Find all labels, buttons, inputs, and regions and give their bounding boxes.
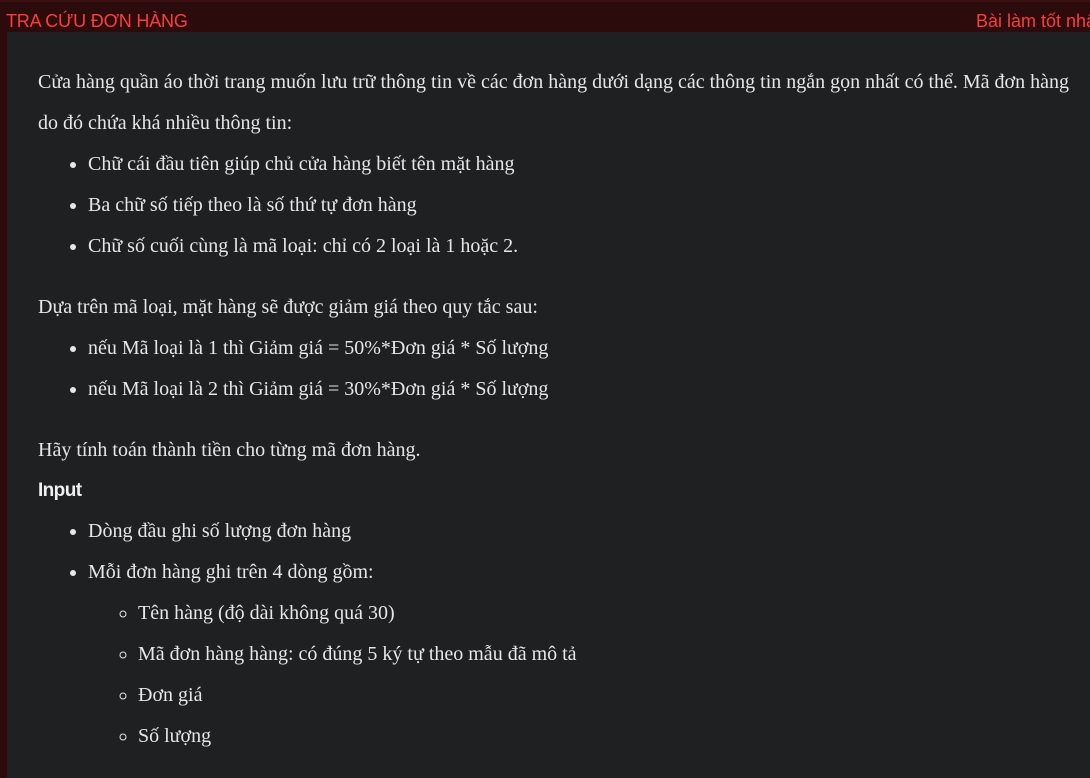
header-bar: TRA CỨU ĐƠN HÀNG Bài làm tốt nhất bbox=[0, 0, 1090, 32]
list-item: Chữ cái đầu tiên giúp chủ cửa hàng biết … bbox=[88, 144, 1083, 185]
problem-statement: Cửa hàng quần áo thời trang muốn lưu trữ… bbox=[38, 62, 1083, 757]
list-item: Đơn giá bbox=[138, 675, 1083, 716]
input-heading: Input bbox=[38, 480, 82, 501]
list-item: Mã đơn hàng hàng: có đúng 5 ký tự theo m… bbox=[138, 634, 1083, 675]
list-item: Tên hàng (độ dài không quá 30) bbox=[138, 593, 1083, 634]
best-submission-link[interactable]: Bài làm tốt nhất bbox=[976, 11, 1090, 32]
list-item: Mỗi đơn hàng ghi trên 4 dòng gồm: Tên hà… bbox=[88, 552, 1083, 757]
problem-title[interactable]: TRA CỨU ĐƠN HÀNG bbox=[6, 11, 188, 32]
order-fields-list: Tên hàng (độ dài không quá 30) Mã đơn hà… bbox=[88, 593, 1083, 757]
task-paragraph: Hãy tính toán thành tiền cho từng mã đơn… bbox=[38, 439, 421, 461]
list-item: Số lượng bbox=[138, 716, 1083, 757]
problem-statement-panel: Cửa hàng quần áo thời trang muốn lưu trữ… bbox=[7, 32, 1090, 778]
list-item: nếu Mã loại là 2 thì Giảm giá = 30%*Đơn … bbox=[88, 369, 1083, 410]
list-item: nếu Mã loại là 1 thì Giảm giá = 50%*Đơn … bbox=[88, 328, 1083, 369]
discount-intro: Dựa trên mã loại, mặt hàng sẽ được giảm … bbox=[38, 296, 538, 318]
list-item: Ba chữ số tiếp theo là số thứ tự đơn hàn… bbox=[88, 185, 1083, 226]
intro-paragraph: Cửa hàng quần áo thời trang muốn lưu trữ… bbox=[38, 71, 1069, 134]
code-rules-list: Chữ cái đầu tiên giúp chủ cửa hàng biết … bbox=[38, 144, 1083, 267]
discount-rules-list: nếu Mã loại là 1 thì Giảm giá = 50%*Đơn … bbox=[38, 328, 1083, 410]
list-item: Dòng đầu ghi số lượng đơn hàng bbox=[88, 511, 1083, 552]
input-list: Dòng đầu ghi số lượng đơn hàng Mỗi đơn h… bbox=[38, 511, 1083, 757]
problem-page: TRA CỨU ĐƠN HÀNG Bài làm tốt nhất Cửa hà… bbox=[0, 0, 1090, 778]
list-item: Chữ số cuối cùng là mã loại: chỉ có 2 lo… bbox=[88, 226, 1083, 267]
list-item-label: Mỗi đơn hàng ghi trên 4 dòng gồm: bbox=[88, 561, 374, 583]
